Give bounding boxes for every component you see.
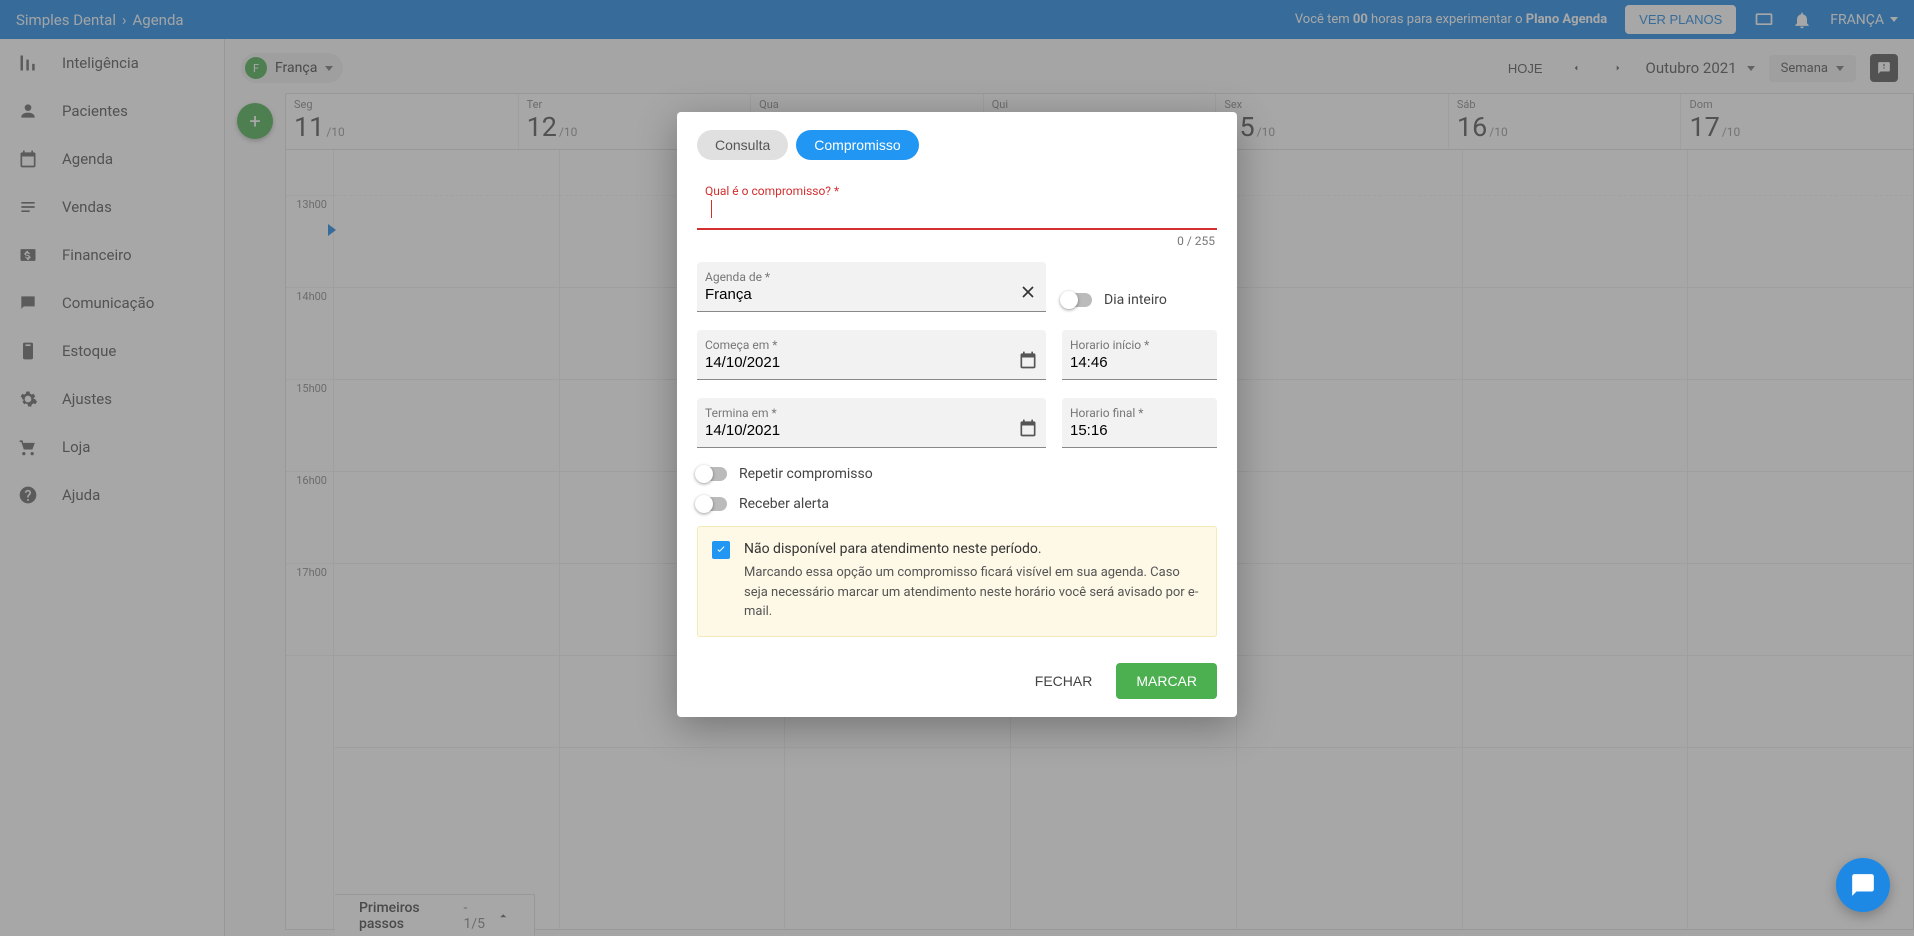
note-description: Marcando essa opção um compromisso ficar… — [744, 563, 1202, 622]
title-field[interactable]: Qual é o compromisso? * — [697, 178, 1217, 230]
field-label: Começa em * — [697, 330, 1046, 352]
toggle-label: Dia inteiro — [1104, 292, 1167, 308]
end-time-input[interactable] — [1062, 420, 1217, 448]
support-chat-button[interactable] — [1836, 858, 1890, 912]
end-time-field[interactable]: Horario final * — [1062, 398, 1217, 448]
unavailable-note: Não disponível para atendimento neste pe… — [697, 526, 1217, 637]
alert-toggle[interactable] — [697, 497, 727, 511]
all-day-toggle[interactable] — [1062, 293, 1092, 307]
agenda-field[interactable]: Agenda de * — [697, 262, 1046, 312]
field-label: Termina em * — [697, 398, 1046, 420]
start-time-field[interactable]: Horario início * — [1062, 330, 1217, 380]
end-date-input[interactable] — [697, 420, 1046, 448]
start-date-field[interactable]: Começa em * — [697, 330, 1046, 380]
note-title: Não disponível para atendimento neste pe… — [744, 541, 1202, 557]
field-label: Horario final * — [1062, 398, 1217, 420]
field-label: Agenda de * — [697, 262, 1046, 284]
field-label: Qual é o compromisso? * — [697, 178, 1217, 198]
start-time-input[interactable] — [1062, 352, 1217, 380]
unavailable-checkbox[interactable] — [712, 541, 730, 559]
end-date-field[interactable]: Termina em * — [697, 398, 1046, 448]
calendar-icon[interactable] — [1018, 418, 1038, 438]
chat-icon — [1850, 872, 1876, 898]
clear-icon[interactable] — [1018, 282, 1038, 302]
tab-consulta[interactable]: Consulta — [697, 130, 788, 160]
appointment-modal: Consulta Compromisso Qual é o compromiss… — [677, 112, 1237, 717]
agenda-input[interactable] — [697, 284, 1046, 312]
toggle-label: Repetir compromisso — [739, 466, 873, 482]
repeat-toggle[interactable] — [697, 467, 727, 481]
save-button[interactable]: MARCAR — [1116, 663, 1217, 699]
toggle-label: Receber alerta — [739, 496, 829, 512]
start-date-input[interactable] — [697, 352, 1046, 380]
tab-compromisso[interactable]: Compromisso — [796, 130, 918, 160]
close-button[interactable]: FECHAR — [1021, 663, 1107, 699]
calendar-icon[interactable] — [1018, 350, 1038, 370]
field-label: Horario início * — [1062, 330, 1217, 352]
modal-overlay[interactable]: Consulta Compromisso Qual é o compromiss… — [0, 0, 1914, 936]
check-icon — [715, 544, 727, 556]
text-cursor — [711, 200, 712, 218]
char-count: 0 / 255 — [699, 234, 1215, 248]
